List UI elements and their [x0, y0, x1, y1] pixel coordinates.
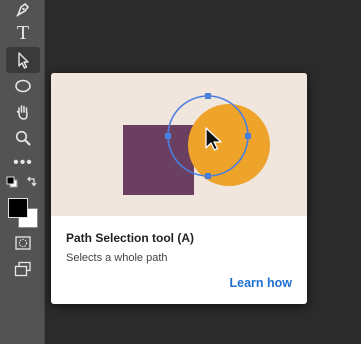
color-swatches[interactable] [6, 196, 40, 230]
default-colors[interactable] [4, 174, 20, 190]
ellipse-tool[interactable] [6, 73, 40, 99]
learn-how-link[interactable]: Learn how [229, 276, 292, 290]
pen-tool[interactable] [6, 0, 40, 22]
hand-icon [14, 103, 32, 121]
type-tool[interactable]: T [6, 20, 40, 46]
square-shape [123, 125, 194, 195]
tool-tooltip-card: Path Selection tool (A) Selects a whole … [51, 73, 307, 304]
quick-mask[interactable] [6, 230, 40, 256]
anchor-point-left [165, 133, 171, 139]
default-colors-icon [6, 176, 18, 188]
anchor-point-right [245, 133, 251, 139]
path-selection-tool[interactable] [6, 47, 40, 73]
anchor-point-top [205, 93, 211, 99]
swap-colors[interactable] [24, 174, 40, 190]
tooltip-title: Path Selection tool (A) [66, 231, 195, 245]
quick-mask-icon [14, 235, 32, 251]
swap-arrows-icon [26, 176, 38, 188]
ellipse-icon [14, 78, 32, 94]
arrow-pointer-icon [15, 51, 31, 69]
anchor-point-bottom [205, 173, 211, 179]
type-icon: T [16, 22, 30, 44]
circle-shape [188, 104, 270, 186]
zoom-tool[interactable] [6, 125, 40, 151]
screen-mode-icon [14, 261, 32, 277]
pen-icon [14, 0, 32, 18]
tools-panel: T ••• [0, 0, 45, 344]
more-tools[interactable]: ••• [6, 150, 40, 176]
magnifier-icon [14, 129, 32, 147]
tooltip-description: Selects a whole path [66, 252, 168, 264]
screen-mode[interactable] [6, 256, 40, 282]
ellipsis-icon: ••• [13, 154, 33, 171]
tool-illustration [51, 73, 307, 216]
foreground-color-swatch[interactable] [8, 198, 28, 218]
hand-tool[interactable] [6, 99, 40, 125]
